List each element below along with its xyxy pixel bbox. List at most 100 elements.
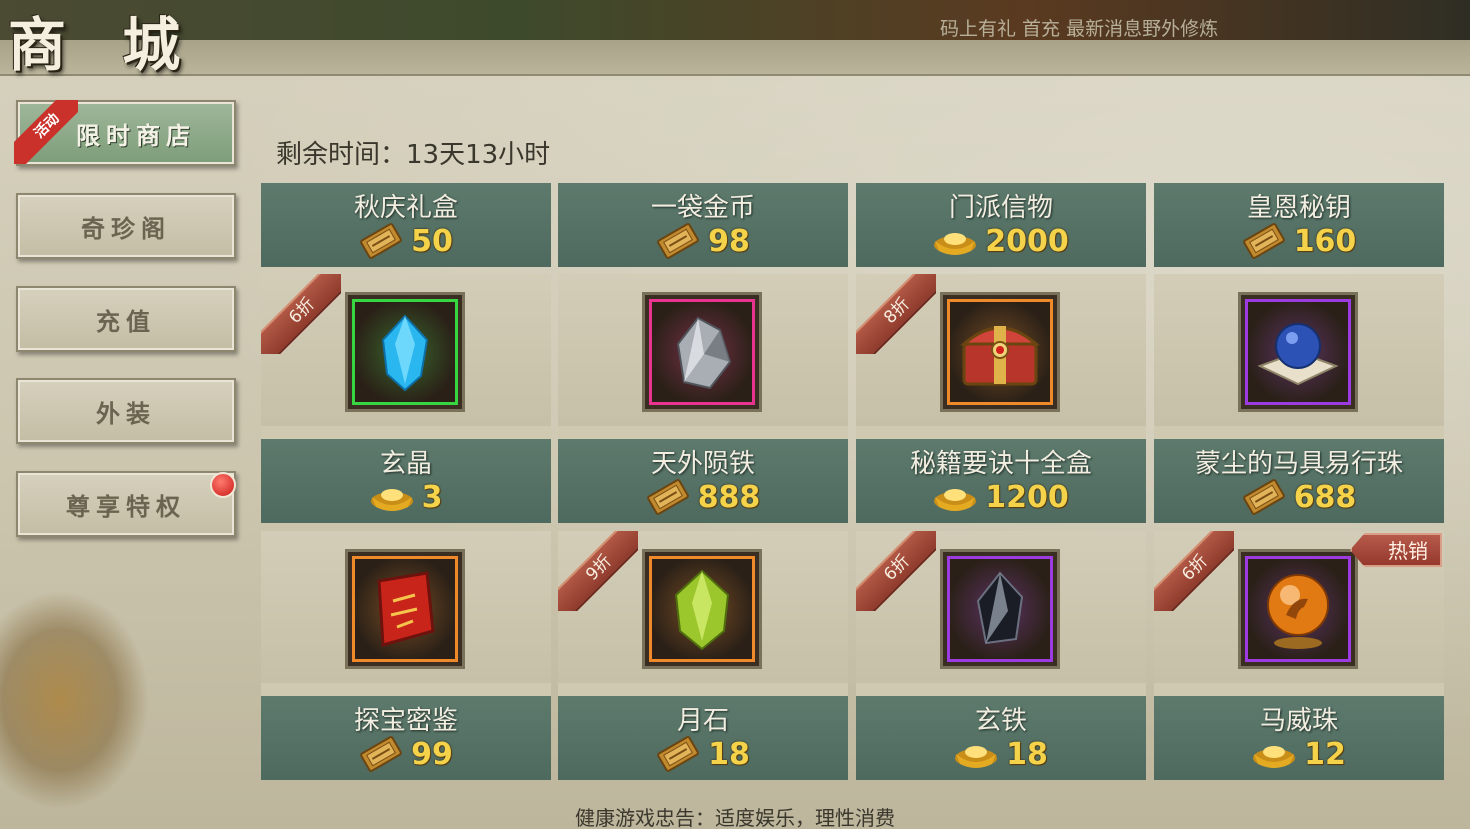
item-price: 18 xyxy=(1006,736,1048,772)
item-price: 50 xyxy=(411,223,453,259)
discount-label: 8折 xyxy=(856,274,936,354)
gold-ingot-icon xyxy=(370,489,413,511)
item-name: 一袋金币 xyxy=(650,193,755,223)
shop-item-card[interactable]: 天外陨铁 888 xyxy=(558,274,848,523)
voucher-icon xyxy=(360,223,402,259)
notification-dot xyxy=(210,472,236,498)
shop-grid: 秋庆礼盒 50 一袋金币 98 门派信物 2000 皇恩秘钥 160 6折 玄晶 3 天外陨铁 888 8… xyxy=(261,183,1445,780)
shop-screen: 码上有礼 首充 最新消息野外修炼 商 城 限时商店 活动 奇珍阁 充值 外装 尊… xyxy=(0,0,1470,829)
discount-ribbon: 6折 xyxy=(261,274,341,354)
sidebar-item-recharge[interactable]: 充值 xyxy=(16,286,236,352)
shop-item-card[interactable]: 6折玄铁 18 xyxy=(856,531,1146,780)
gold-ingot-icon xyxy=(1253,746,1296,768)
sidebar-item-vip-privilege[interactable]: 尊享特权 xyxy=(16,471,236,537)
item-image-zone: 6折 xyxy=(856,531,1146,683)
discount-ribbon: 6折 xyxy=(1154,531,1234,611)
item-price: 1200 xyxy=(985,479,1069,515)
sidebar-item-appearance[interactable]: 外装 xyxy=(16,378,236,444)
item-frame[interactable] xyxy=(345,292,465,412)
shop-item-card[interactable]: 6折玄晶 3 xyxy=(261,274,551,523)
shop-item-card[interactable]: 6折 热销马威珠 12 xyxy=(1154,531,1444,780)
item-frame[interactable] xyxy=(642,549,762,669)
item-image-zone: 6折 热销 xyxy=(1154,531,1444,683)
price-row: 688 xyxy=(1154,479,1444,515)
horse-orb-icon xyxy=(1245,556,1351,662)
price-row: 50 xyxy=(261,223,551,259)
item-info: 玄铁 18 xyxy=(856,696,1146,780)
treasure-chest-icon xyxy=(947,299,1053,405)
discount-label: 6折 xyxy=(261,274,341,354)
shop-item-card[interactable]: 皇恩秘钥 160 xyxy=(1154,183,1444,267)
header-strip xyxy=(0,40,1470,76)
page-title: 商 城 xyxy=(8,11,199,79)
discount-label: 6折 xyxy=(856,531,936,611)
event-badge-label: 活动 xyxy=(14,100,78,164)
item-price: 98 xyxy=(708,223,750,259)
price-row: 18 xyxy=(856,736,1146,772)
voucher-icon xyxy=(657,223,699,259)
voucher-icon xyxy=(646,479,689,515)
gold-ingot-icon xyxy=(934,233,977,255)
item-frame[interactable] xyxy=(1238,292,1358,412)
discount-label: 6折 xyxy=(1154,531,1234,611)
shop-item-card[interactable]: 门派信物 2000 xyxy=(856,183,1146,267)
item-frame[interactable] xyxy=(1238,549,1358,669)
dragon-decoration-icon xyxy=(0,590,150,810)
item-image-zone xyxy=(1154,274,1444,426)
item-price: 2000 xyxy=(985,223,1069,259)
item-price: 12 xyxy=(1304,736,1346,772)
item-price: 160 xyxy=(1293,223,1357,259)
item-price: 99 xyxy=(411,736,453,772)
shop-item-card[interactable]: 8折秘籍要诀十全盒 1200 xyxy=(856,274,1146,523)
sidebar-item-label: 奇珍阁 xyxy=(81,213,171,243)
item-info: 探宝密鉴 99 xyxy=(261,696,551,780)
discount-ribbon: 6折 xyxy=(856,531,936,611)
discount-label: 9折 xyxy=(558,531,638,611)
news-ticker[interactable]: 码上有礼 首充 最新消息野外修炼 xyxy=(940,14,1218,41)
item-image-zone: 9折 xyxy=(558,531,848,683)
shop-item-card[interactable]: 一袋金币 98 xyxy=(558,183,848,267)
item-name: 玄晶 xyxy=(379,449,432,479)
health-advice: 健康游戏忠告：适度娱乐，理性消费 xyxy=(575,806,895,829)
item-price: 688 xyxy=(1293,479,1357,515)
item-frame[interactable] xyxy=(940,292,1060,412)
item-image-zone xyxy=(558,274,848,426)
green-gem-icon xyxy=(649,556,755,662)
voucher-icon xyxy=(1242,223,1285,259)
shop-item-card[interactable]: 9折月石 18 xyxy=(558,531,848,780)
item-price: 18 xyxy=(708,736,750,772)
item-price: 3 xyxy=(421,479,443,515)
price-row: 160 xyxy=(1154,223,1444,259)
item-name: 马威珠 xyxy=(1259,706,1338,736)
shop-item-card[interactable]: 探宝密鉴 99 xyxy=(261,531,551,780)
gold-ingot-icon xyxy=(934,489,977,511)
price-row: 2000 xyxy=(856,223,1146,259)
sidebar-item-label: 充值 xyxy=(96,306,156,336)
shop-item-card[interactable]: 蒙尘的马具易行珠 688 xyxy=(1154,274,1444,523)
blue-orb-cushion-icon xyxy=(1245,299,1351,405)
item-name: 天外陨铁 xyxy=(650,449,755,479)
sidebar-item-treasure-pavilion[interactable]: 奇珍阁 xyxy=(16,193,236,259)
item-frame[interactable] xyxy=(940,549,1060,669)
dark-iron-icon xyxy=(947,556,1053,662)
sidebar-item-label: 外装 xyxy=(96,398,156,428)
item-info: 月石 18 xyxy=(558,696,848,780)
item-frame[interactable] xyxy=(642,292,762,412)
price-row: 18 xyxy=(558,736,848,772)
blue-crystal-icon xyxy=(352,299,458,405)
top-bar: 码上有礼 首充 最新消息野外修炼 xyxy=(0,0,1470,40)
event-badge: 活动 xyxy=(14,100,78,164)
item-image-zone: 6折 xyxy=(261,274,551,426)
price-row: 99 xyxy=(261,736,551,772)
item-frame[interactable] xyxy=(345,549,465,669)
silver-meteorite-icon xyxy=(649,299,755,405)
price-row: 888 xyxy=(558,479,848,515)
item-info: 皇恩秘钥 160 xyxy=(1154,183,1444,267)
voucher-icon xyxy=(1242,479,1285,515)
item-price: 888 xyxy=(697,479,761,515)
item-info: 秘籍要诀十全盒 1200 xyxy=(856,439,1146,523)
voucher-icon xyxy=(657,736,699,772)
item-name: 月石 xyxy=(676,706,729,736)
shop-item-card[interactable]: 秋庆礼盒 50 xyxy=(261,183,551,267)
red-scroll-icon xyxy=(352,556,458,662)
